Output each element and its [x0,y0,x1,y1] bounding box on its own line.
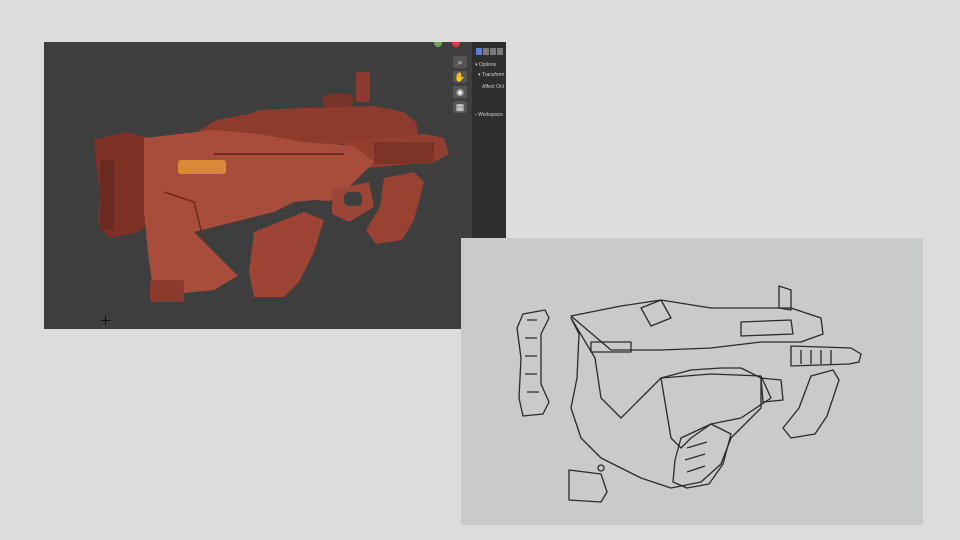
3d-cursor-icon [101,316,110,325]
line-art-sketch [461,238,923,525]
transform-header[interactable]: ▾ Transform [478,72,504,78]
options-header[interactable]: ▾ Options [475,62,496,68]
rail [374,142,434,164]
grid-icon[interactable]: ▦ [453,101,467,113]
foregrip [366,172,424,244]
camera-icon[interactable]: ◉ [453,86,467,98]
affect-only-label: Affect Onl [482,84,504,90]
sketch-drawing [516,285,862,503]
sight-knob [323,94,353,108]
sculpted-gun-render [94,72,449,302]
workspace-header[interactable]: › Workspace [475,112,503,118]
zoom-icon[interactable]: ⌕ [453,56,467,68]
magazine [150,280,184,302]
mode-icons[interactable] [476,48,503,55]
3d-viewport[interactable]: ⌕ ✋ ◉ ▦ ▾ Options ▾ Transform Affect Onl… [44,42,506,329]
rear-sight [356,72,370,102]
ejection-window [178,160,226,174]
viewport-toolbar: ⌕ ✋ ◉ ▦ [453,56,469,116]
hand-icon[interactable]: ✋ [453,71,467,83]
